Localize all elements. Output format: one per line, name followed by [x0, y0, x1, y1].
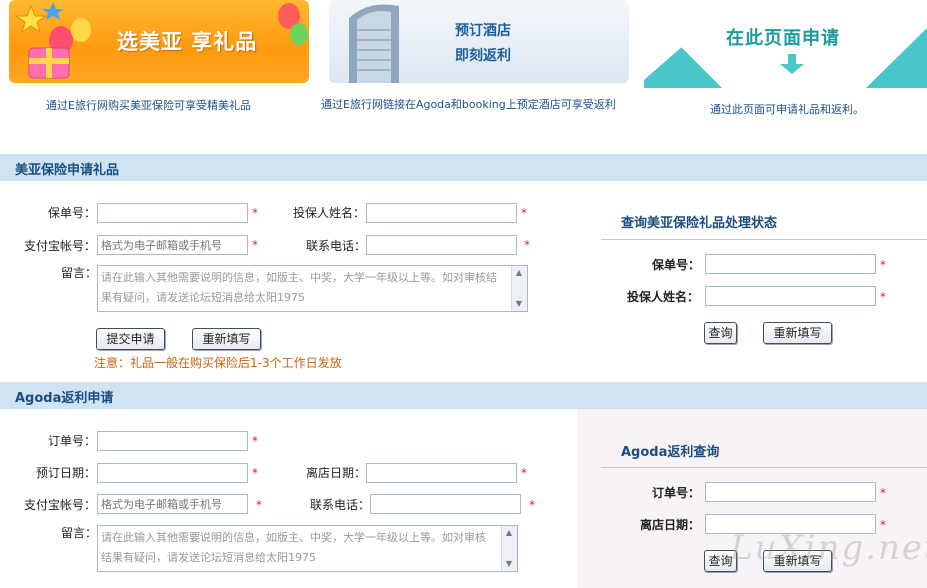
booking-date-label: 预订日期：: [36, 466, 97, 480]
order-label: 订单号：: [48, 434, 97, 448]
policy-input[interactable]: [97, 203, 248, 223]
alipay-input[interactable]: [97, 235, 248, 255]
gift-banner-title: 选美亚 享礼品: [117, 30, 258, 54]
holder-input[interactable]: [366, 203, 517, 223]
phone-input[interactable]: [366, 235, 517, 255]
balloon-icon: [278, 3, 308, 45]
agoda-message-textarea[interactable]: 请在此输入其他需要说明的信息，如版主、中奖，大学一年级以上等。如对审核结果有疑问…: [97, 525, 518, 572]
apply-banner-title: 在此页面申请: [726, 28, 840, 49]
required-mark: *: [529, 498, 535, 512]
hotel-banner-caption: 通过E旅行网链接在Agoda和booking上预定酒店可享受返利: [321, 98, 616, 111]
agoda-message-label: 留言：: [61, 526, 98, 540]
query-holder-label: 投保人姓名：: [627, 290, 700, 304]
scroll-down-icon[interactable]: ▼: [504, 559, 514, 569]
query-button[interactable]: 查询: [704, 322, 737, 344]
agoda-message-scrollbar[interactable]: ▲ ▼: [501, 526, 517, 571]
scroll-up-icon[interactable]: ▲: [514, 268, 524, 278]
divider: [601, 239, 927, 240]
checkout-input[interactable]: [366, 463, 517, 483]
required-mark: *: [521, 206, 527, 220]
order-input[interactable]: [97, 431, 248, 451]
scroll-up-icon[interactable]: ▲: [504, 528, 514, 538]
required-mark: *: [880, 258, 886, 272]
agoda-query-order-input[interactable]: [705, 482, 876, 502]
agoda-query-order-label: 订单号：: [652, 486, 701, 500]
required-mark: *: [880, 290, 886, 304]
required-mark: *: [524, 238, 530, 252]
gift-balloons-icon: [14, 2, 91, 79]
agoda-query-checkout-label: 离店日期：: [640, 518, 701, 532]
agoda-query-title: Agoda返利查询: [621, 445, 720, 460]
agoda-section-header: Agoda返利申请: [0, 382, 927, 409]
query-policy-input[interactable]: [705, 254, 876, 274]
phone-label: 联系电话：: [306, 239, 367, 253]
hotel-building-icon: [349, 4, 399, 83]
gift-banner[interactable]: 选美亚 享礼品: [9, 0, 309, 83]
required-mark: *: [521, 466, 527, 480]
hotel-banner[interactable]: 预订酒店 即刻返利: [329, 0, 629, 83]
insurance-section-title: 美亚保险申请礼品: [15, 163, 120, 178]
site-watermark: LuXing.net: [730, 528, 927, 568]
reset-button[interactable]: 重新填写: [192, 328, 261, 350]
policy-label: 保单号：: [48, 206, 97, 220]
submit-button[interactable]: 提交申请: [96, 328, 165, 350]
holder-label: 投保人姓名：: [293, 206, 366, 220]
checkout-label: 离店日期：: [306, 466, 367, 480]
required-mark: *: [252, 238, 258, 252]
required-mark: *: [252, 466, 258, 480]
query-holder-input[interactable]: [705, 286, 876, 306]
hotel-banner-line1: 预订酒店: [455, 23, 511, 39]
message-textarea[interactable]: 请在此输入其他需要说明的信息，如版主、中奖，大学一年级以上等。如对审核结果有疑问…: [97, 265, 528, 312]
required-mark: *: [252, 434, 258, 448]
divider: [601, 467, 927, 468]
booking-date-input[interactable]: [97, 463, 248, 483]
agoda-message-placeholder: 请在此输入其他需要说明的信息，如版主、中奖，大学一年级以上等。如对审核结果有疑问…: [101, 531, 486, 564]
message-placeholder: 请在此输入其他需要说明的信息，如版主、中奖，大学一年级以上等。如对审核结果有疑问…: [101, 271, 497, 304]
message-scrollbar[interactable]: ▲ ▼: [511, 266, 527, 311]
agoda-phone-label: 联系电话：: [310, 498, 371, 512]
apply-banner[interactable]: 在此页面申请: [644, 10, 927, 88]
alipay-label: 支付宝帐号：: [24, 239, 97, 253]
scroll-down-icon[interactable]: ▼: [514, 299, 524, 309]
agoda-alipay-input[interactable]: [97, 494, 248, 514]
insurance-query-title: 查询美亚保险礼品处理状态: [621, 216, 778, 231]
query-reset-button[interactable]: 重新填写: [763, 322, 832, 344]
agoda-section-title: Agoda返利申请: [15, 391, 114, 406]
hotel-banner-line2: 即刻返利: [455, 48, 511, 64]
required-mark: *: [256, 498, 262, 512]
message-label: 留言：: [61, 266, 98, 280]
insurance-section-header: 美亚保险申请礼品: [0, 154, 927, 181]
gift-banner-caption: 通过E旅行网购买美亚保险可享受精美礼品: [46, 99, 251, 112]
gift-notice: 注意：礼品一般在购买保险后1-3个工作日发放: [94, 356, 342, 370]
required-mark: *: [252, 206, 258, 220]
agoda-phone-input[interactable]: [370, 494, 521, 514]
apply-banner-caption: 通过此页面可申请礼品和返利。: [710, 103, 864, 116]
required-mark: *: [880, 486, 886, 500]
query-policy-label: 保单号：: [652, 258, 701, 272]
agoda-alipay-label: 支付宝帐号：: [24, 498, 97, 512]
